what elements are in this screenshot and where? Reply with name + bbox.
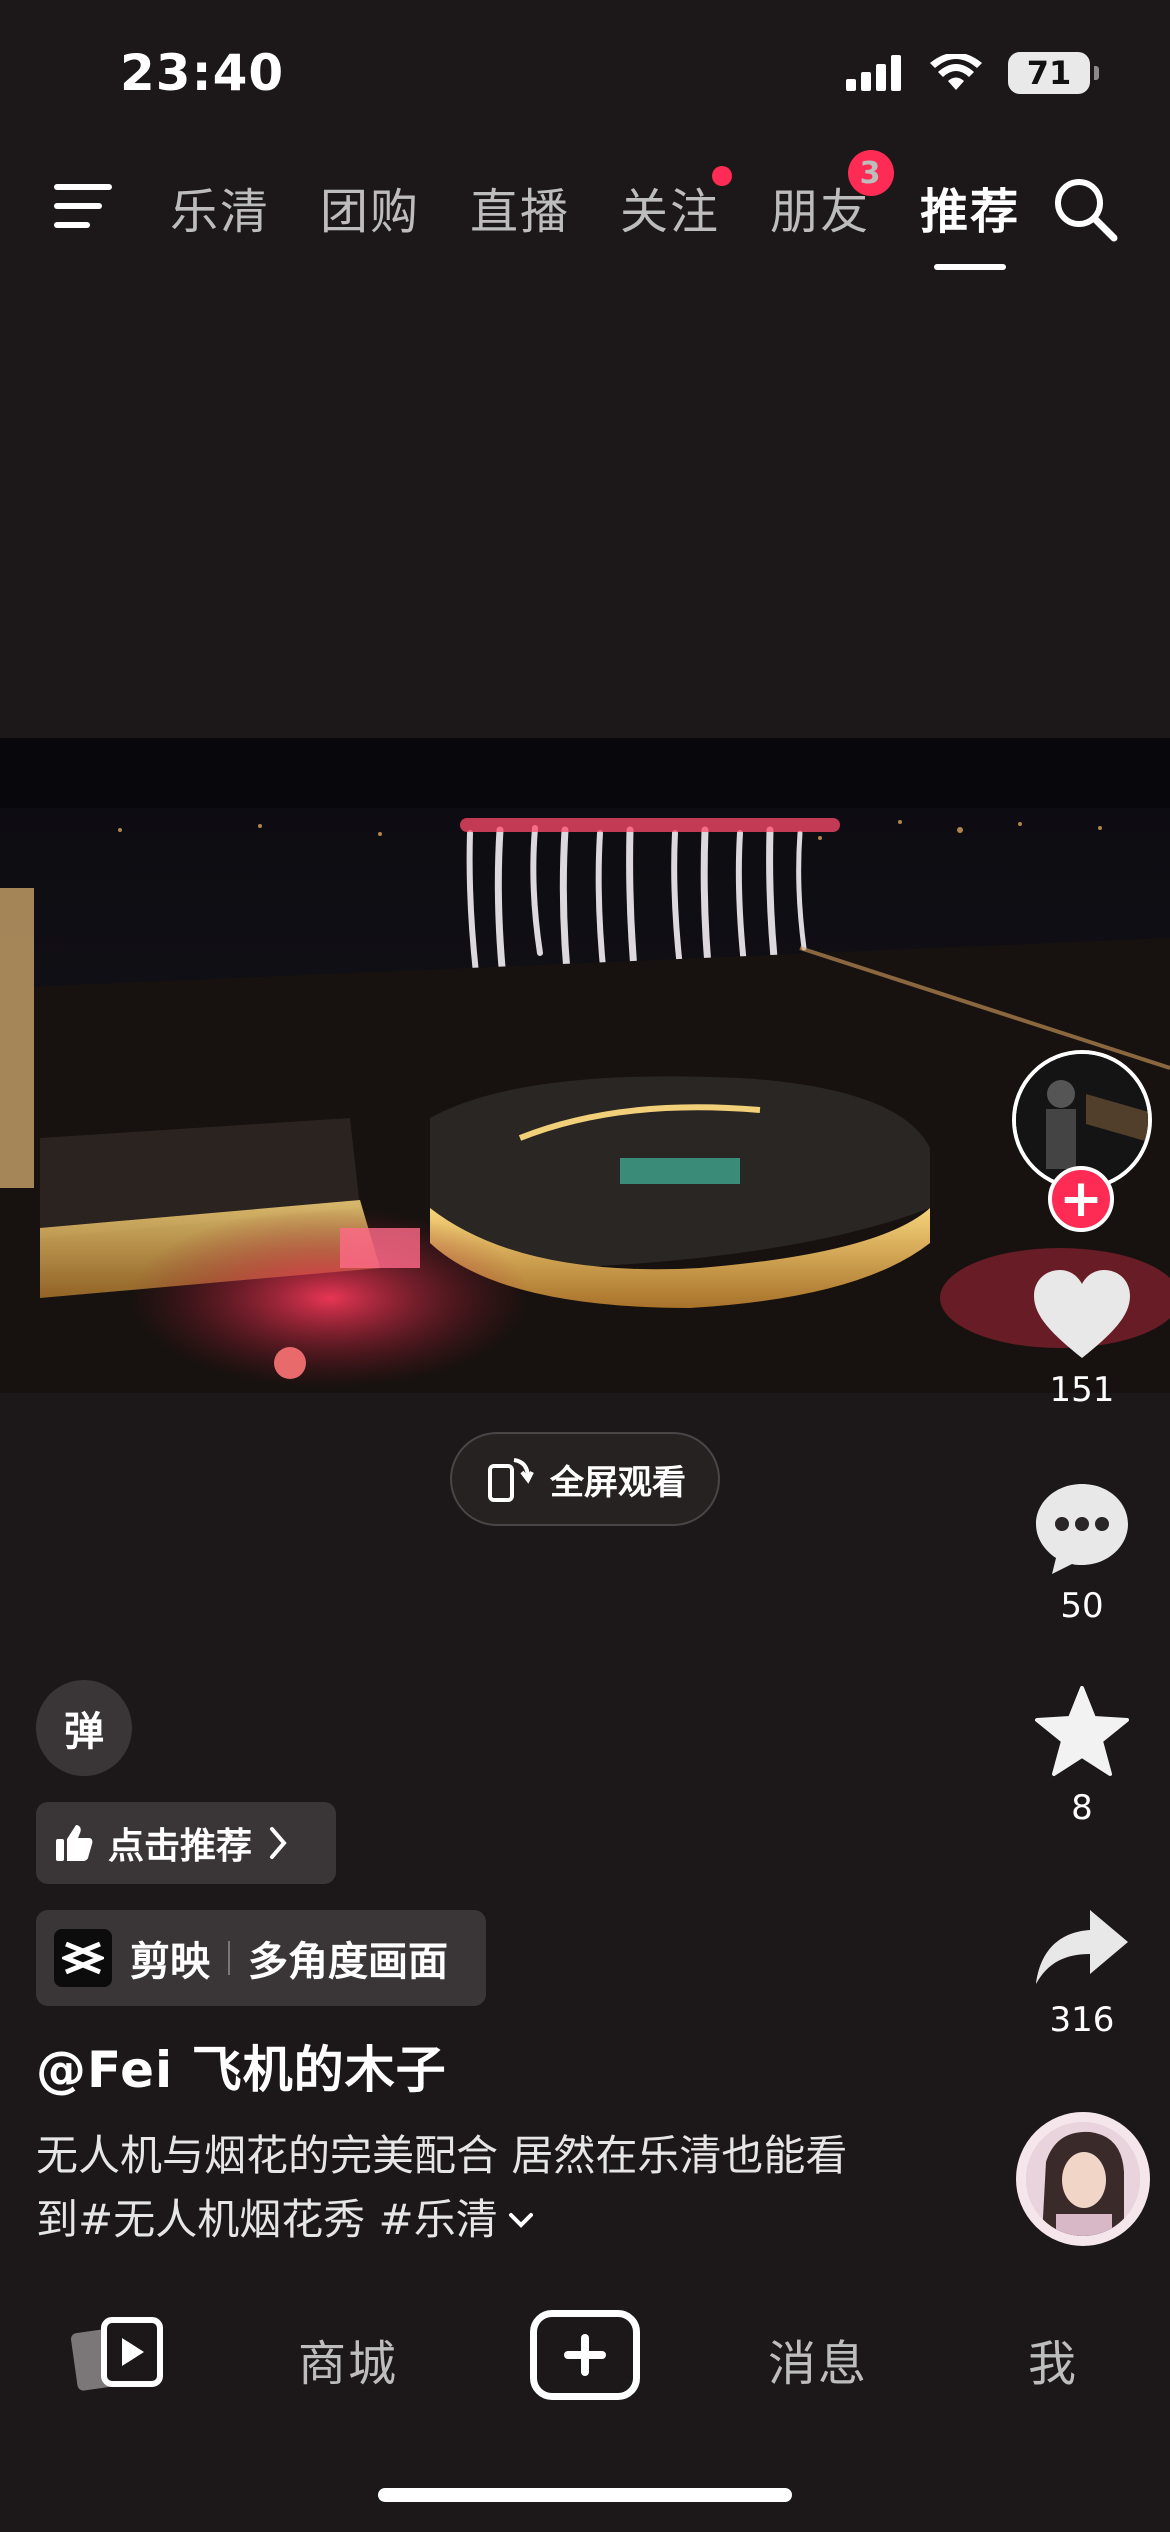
heart-icon xyxy=(1034,1270,1130,1358)
fullscreen-button[interactable]: 全屏观看 xyxy=(450,1432,720,1526)
tab-label: 关注 xyxy=(620,184,721,240)
thumbs-up-icon xyxy=(56,1825,93,1861)
video-player[interactable] xyxy=(0,738,1170,1393)
search-icon[interactable] xyxy=(1052,176,1118,242)
favorite-count: 8 xyxy=(1071,1788,1093,1828)
video-caption[interactable]: 无人机与烟花的完美配合 居然在乐清也能看 到#无人机烟花秀 #乐清 xyxy=(36,2124,936,2252)
menu-icon[interactable] xyxy=(52,180,114,232)
music-cover-image xyxy=(1026,2122,1140,2236)
tab-recommend[interactable]: 推荐 xyxy=(920,172,1021,270)
comment-action[interactable]: 50 xyxy=(1022,1480,1142,1626)
tab-label: 团购 xyxy=(320,184,421,240)
star-icon xyxy=(1035,1686,1129,1776)
tab-me[interactable]: 我 xyxy=(1028,2324,1078,2394)
tab-mall[interactable]: 商城 xyxy=(298,2324,398,2394)
danmu-label: 弹 xyxy=(64,1709,104,1755)
wifi-icon xyxy=(930,54,982,90)
status-time: 23:40 xyxy=(120,44,285,102)
share-icon xyxy=(1036,1910,1128,1984)
fullscreen-label: 全屏观看 xyxy=(550,1462,686,1503)
notification-dot xyxy=(712,166,733,186)
capcut-app-label: 剪映 xyxy=(130,1939,210,1985)
top-tabs: 乐清 团购 直播 关注 朋友 3 推荐 xyxy=(170,150,1021,270)
capcut-template-tag[interactable]: 剪映 多角度画面 xyxy=(36,1910,486,2006)
share-count: 316 xyxy=(1049,2000,1115,2040)
comment-count: 50 xyxy=(1060,1586,1104,1626)
capcut-logo-icon xyxy=(54,1929,112,1987)
signal-icon xyxy=(846,55,901,91)
tab-friends[interactable]: 朋友 3 xyxy=(770,150,895,242)
tab-live[interactable]: 直播 xyxy=(470,172,570,242)
create-button[interactable] xyxy=(530,2310,640,2400)
tab-label: 乐清 xyxy=(170,184,271,240)
favorite-action[interactable]: 8 xyxy=(1022,1686,1142,1828)
tab-leqing[interactable]: 乐清 xyxy=(170,172,270,242)
battery-level: 71 xyxy=(1026,54,1072,92)
comment-icon xyxy=(1036,1484,1128,1574)
tab-group-buy[interactable]: 团购 xyxy=(320,172,420,242)
caption-line: 到#无人机烟花秀 #乐清 xyxy=(36,2195,498,2244)
chevron-right-icon xyxy=(270,1827,287,1859)
expand-chevron-icon[interactable] xyxy=(508,2211,534,2229)
recommend-button[interactable]: 点击推荐 xyxy=(36,1802,336,1884)
music-disc[interactable] xyxy=(1016,2112,1150,2246)
share-action[interactable]: 316 xyxy=(1022,1906,1142,2040)
danmu-toggle-button[interactable]: 弹 xyxy=(36,1680,132,1776)
caption-line-wrap: 到#无人机烟花秀 #乐清 xyxy=(36,2188,936,2252)
tab-following[interactable]: 关注 xyxy=(620,166,733,242)
screen: 23:40 71 乐清 团购 直播 关注 朋友 3 推荐 全屏观看 + 151 … xyxy=(0,0,1170,2532)
follow-button[interactable]: + xyxy=(1048,1166,1114,1232)
tab-label: 直播 xyxy=(470,184,571,240)
author-username[interactable]: @Fei 飞机的木子 xyxy=(36,2030,447,2102)
caption-line: 无人机与烟花的完美配合 居然在乐清也能看 xyxy=(36,2131,848,2180)
tab-label: 朋友 xyxy=(770,184,871,240)
capcut-feature-label: 多角度画面 xyxy=(248,1939,448,1985)
like-action[interactable]: 151 xyxy=(1022,1268,1142,1410)
home-video-icon[interactable] xyxy=(70,2316,166,2394)
home-indicator xyxy=(378,2488,792,2502)
recommend-label: 点击推荐 xyxy=(108,1826,253,1867)
status-icons: 71 xyxy=(846,52,1099,94)
battery-icon: 71 xyxy=(1008,52,1099,94)
plus-icon xyxy=(564,2334,606,2376)
tab-label: 推荐 xyxy=(920,184,1021,240)
friends-count-badge: 3 xyxy=(848,150,895,196)
like-count: 151 xyxy=(1049,1370,1115,1410)
rotate-screen-icon xyxy=(488,1458,534,1502)
divider xyxy=(228,1941,230,1975)
tab-messages[interactable]: 消息 xyxy=(768,2324,868,2394)
